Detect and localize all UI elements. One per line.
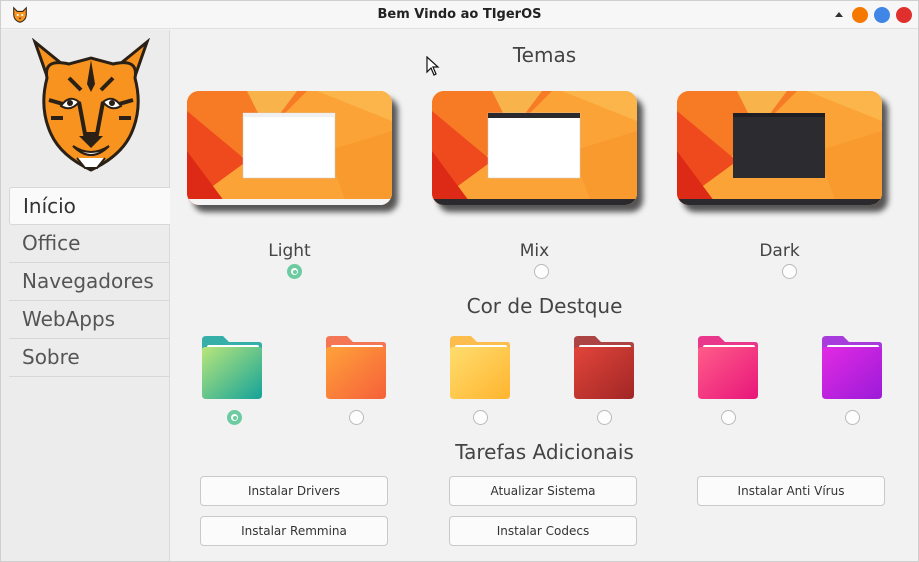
install-antivirus-button[interactable]: Instalar Anti Vírus bbox=[697, 476, 885, 506]
accent-folder-green-teal[interactable] bbox=[199, 334, 265, 400]
folder-icon bbox=[822, 336, 882, 399]
folder-icon bbox=[450, 336, 510, 399]
accent-folder-pink[interactable] bbox=[695, 334, 761, 400]
folder-icon bbox=[698, 336, 758, 399]
theme-label-dark: Dark bbox=[759, 241, 800, 261]
maximize-button[interactable] bbox=[874, 7, 890, 23]
accent-folder-yellow[interactable] bbox=[447, 334, 513, 400]
theme-radio-dark[interactable] bbox=[782, 264, 797, 279]
sidebar-nav: Início Office Navegadores WebApps Sobre bbox=[9, 187, 170, 377]
window-title: Bem Vindo ao TIgerOS bbox=[377, 7, 542, 22]
accent-radio-green-teal[interactable] bbox=[227, 410, 242, 425]
theme-radio-mix[interactable] bbox=[534, 264, 549, 279]
tiger-logo bbox=[32, 38, 150, 172]
accent-radio-pink[interactable] bbox=[721, 410, 736, 425]
mouse-pointer-icon bbox=[426, 56, 440, 76]
accent-heading: Cor de Destque bbox=[466, 294, 623, 318]
sidebar-item-navegadores[interactable]: Navegadores bbox=[9, 263, 170, 301]
tasks-heading: Tarefas Adicionais bbox=[455, 440, 634, 464]
title-bar: Bem Vindo ao TIgerOS bbox=[1, 1, 918, 29]
theme-label-light: Light bbox=[268, 241, 311, 261]
main-content: Temas Light Mix Dark Cor de Destque Tare… bbox=[171, 30, 918, 561]
accent-folder-orange[interactable] bbox=[323, 334, 389, 400]
minimize-circle-button[interactable] bbox=[852, 7, 868, 23]
minimize-button[interactable] bbox=[831, 7, 847, 23]
sidebar-item-inicio[interactable]: Início bbox=[9, 187, 170, 225]
install-codecs-button[interactable]: Instalar Codecs bbox=[449, 516, 637, 546]
sidebar: Início Office Navegadores WebApps Sobre bbox=[1, 30, 170, 561]
folder-icon bbox=[326, 336, 386, 399]
folder-icon bbox=[202, 336, 262, 399]
theme-preview-dark[interactable] bbox=[677, 91, 882, 205]
sidebar-item-office[interactable]: Office bbox=[9, 225, 170, 263]
accent-folder-purple[interactable] bbox=[819, 334, 885, 400]
sidebar-item-webapps[interactable]: WebApps bbox=[9, 301, 170, 339]
install-drivers-button[interactable]: Instalar Drivers bbox=[200, 476, 388, 506]
accent-radio-yellow[interactable] bbox=[473, 410, 488, 425]
theme-label-mix: Mix bbox=[519, 241, 550, 261]
accent-radio-purple[interactable] bbox=[845, 410, 860, 425]
folder-icon bbox=[574, 336, 634, 399]
close-button[interactable] bbox=[896, 7, 912, 23]
accent-radio-red[interactable] bbox=[597, 410, 612, 425]
accent-folder-red[interactable] bbox=[571, 334, 637, 400]
update-system-button[interactable]: Atualizar Sistema bbox=[449, 476, 637, 506]
install-remmina-button[interactable]: Instalar Remmina bbox=[200, 516, 388, 546]
theme-preview-mix[interactable] bbox=[432, 91, 637, 205]
theme-radio-light[interactable] bbox=[287, 264, 302, 279]
theme-preview-light[interactable] bbox=[187, 91, 392, 205]
sidebar-item-sobre[interactable]: Sobre bbox=[9, 339, 170, 377]
themes-heading: Temas bbox=[512, 43, 577, 67]
welcome-window: Bem Vindo ao TIgerOS Início Office Naveg… bbox=[0, 0, 919, 562]
accent-radio-orange[interactable] bbox=[349, 410, 364, 425]
